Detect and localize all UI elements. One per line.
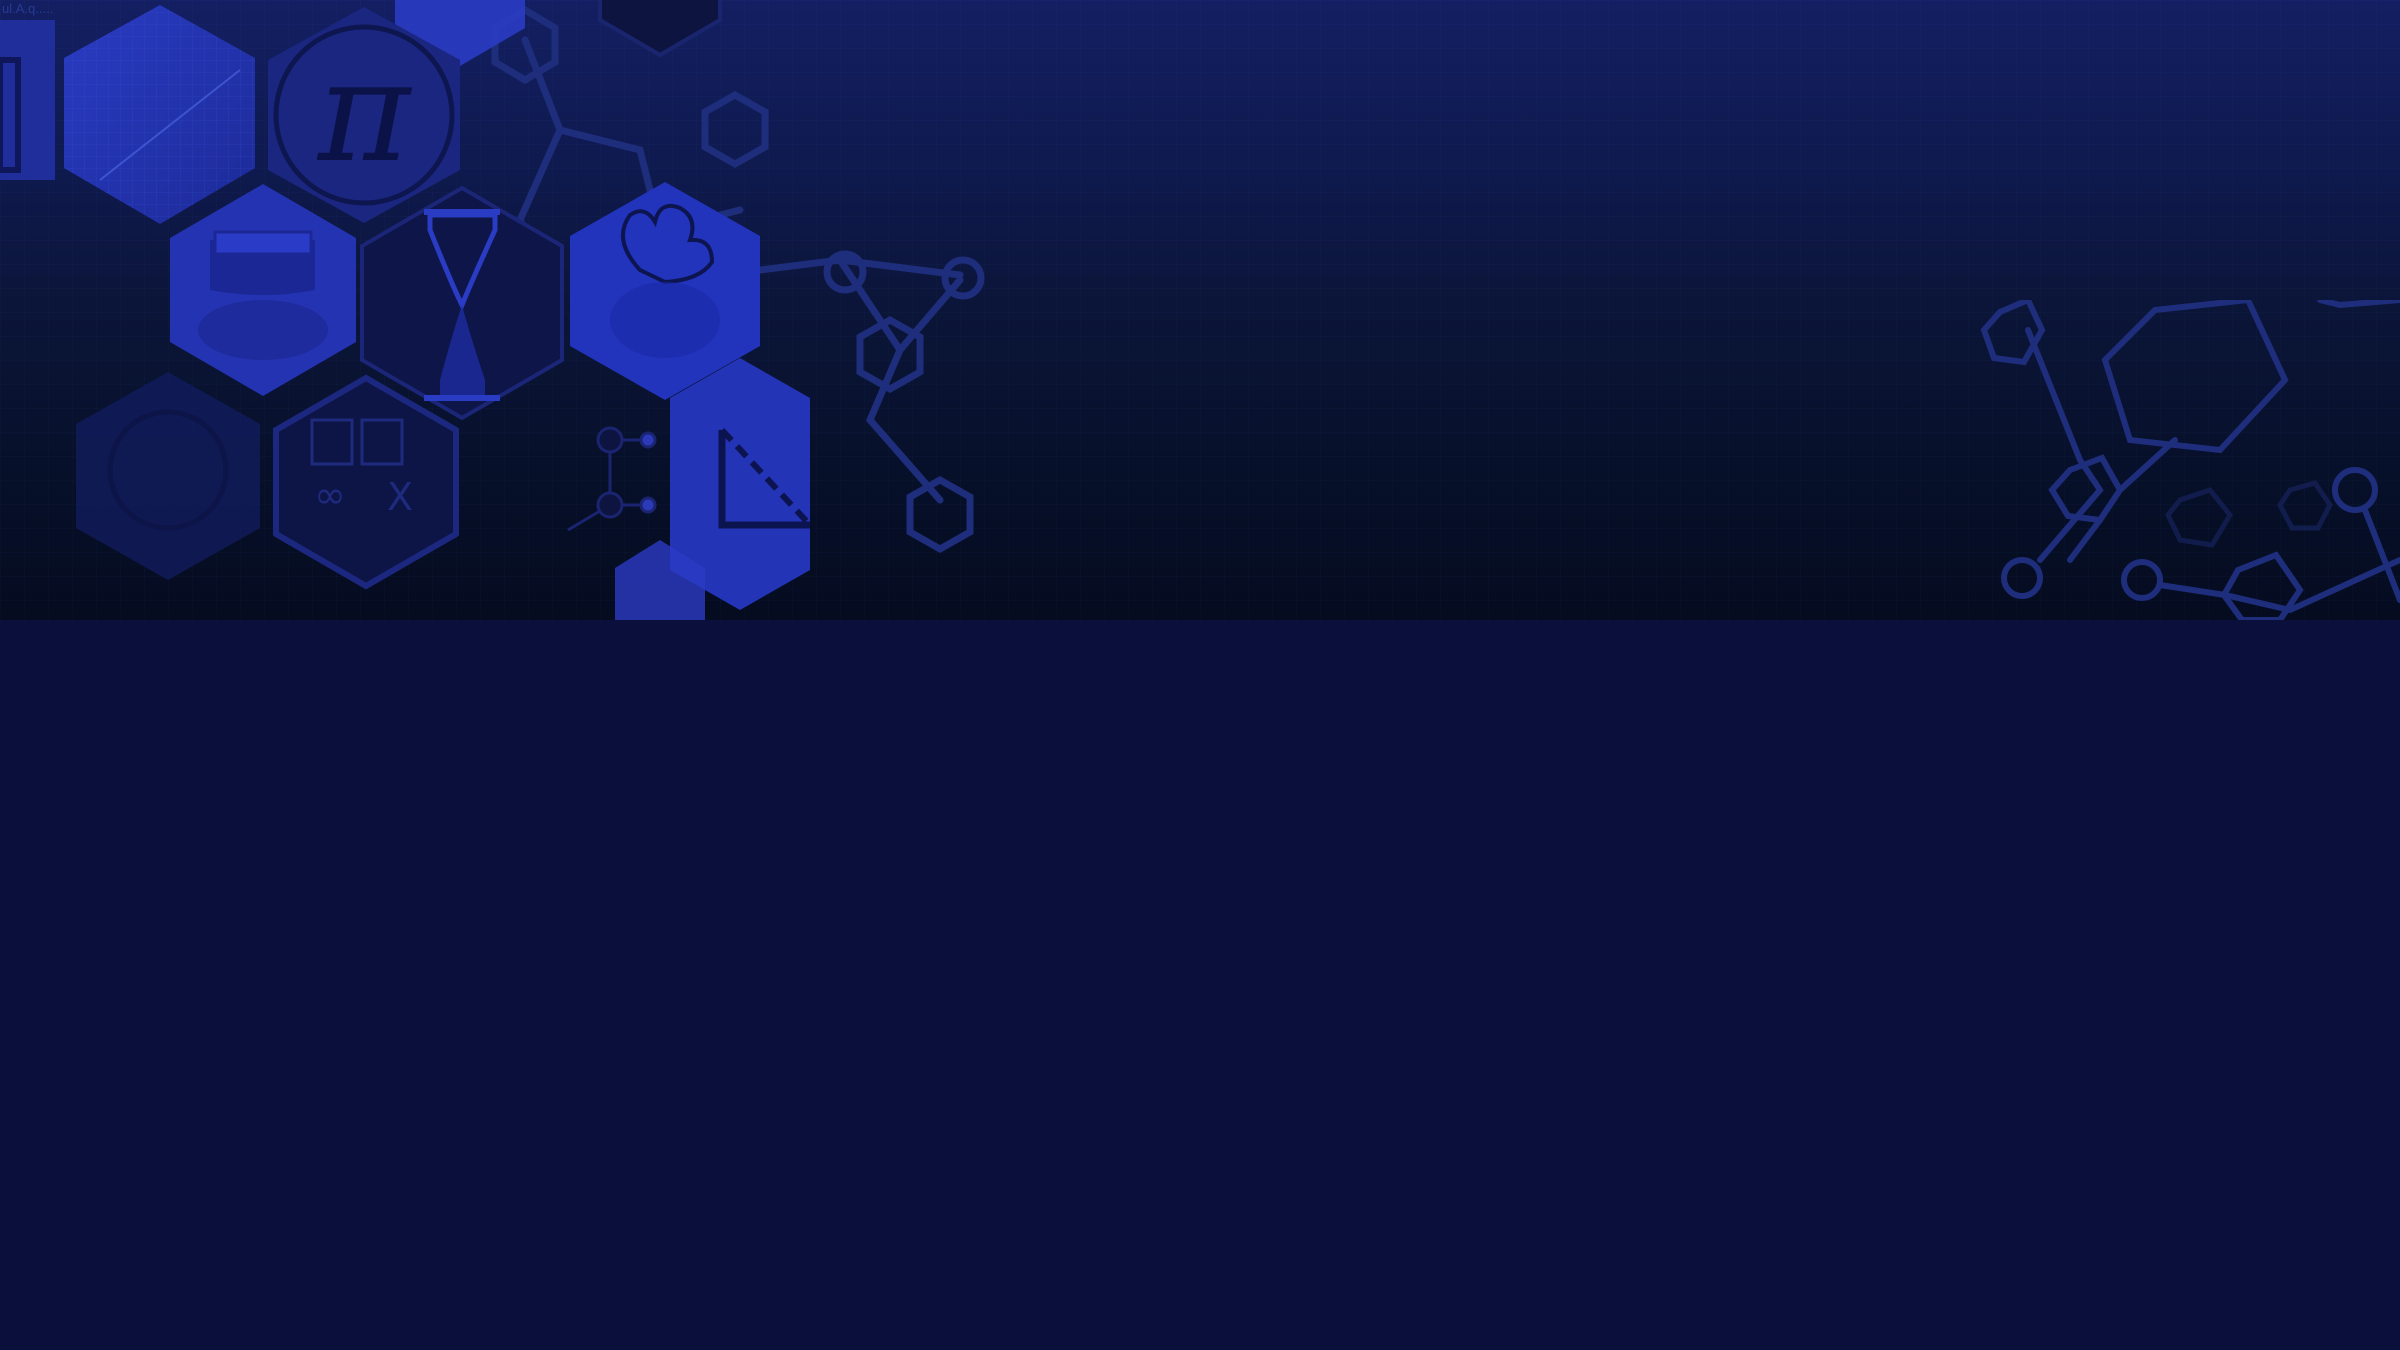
calculator-icon: ∞ X bbox=[273, 374, 459, 590]
svg-text:π: π bbox=[316, 31, 413, 194]
svg-text:X: X bbox=[387, 475, 413, 519]
molecule-icon bbox=[1980, 300, 2400, 620]
main-content-area bbox=[0, 620, 2400, 1350]
bell-icon bbox=[170, 184, 356, 396]
circuit-icon bbox=[567, 426, 657, 532]
graph-paper-icon bbox=[64, 5, 255, 224]
hero-banner: ul.A.q..... π ∞ X bbox=[0, 0, 2400, 620]
hex-collage: π ∞ X bbox=[0, 0, 985, 620]
hourglass-icon bbox=[360, 185, 564, 421]
page: ul.A.q..... π ∞ X bbox=[0, 0, 2400, 1350]
svg-text:∞: ∞ bbox=[314, 473, 346, 517]
